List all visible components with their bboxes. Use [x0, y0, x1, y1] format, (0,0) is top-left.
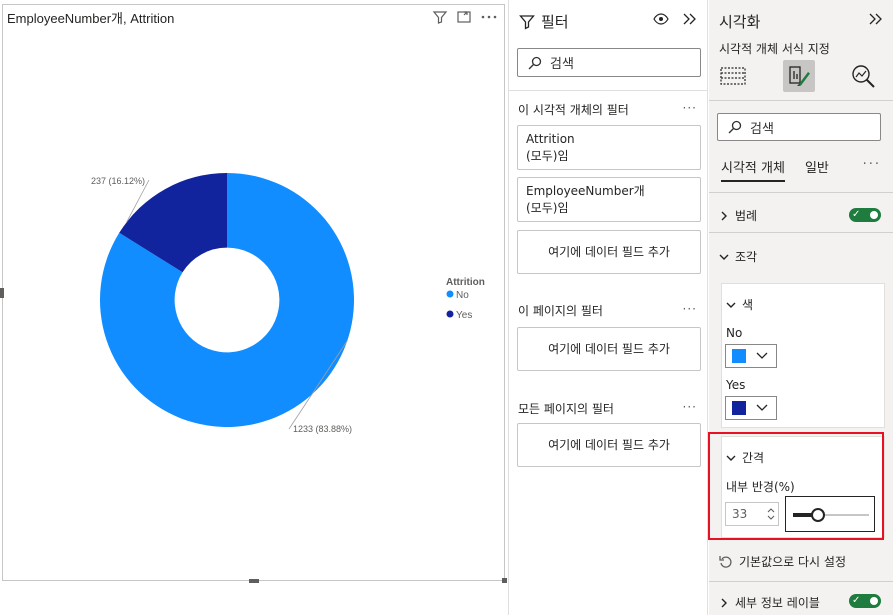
detail-labels-row-label: 세부 정보 레이블 [735, 596, 820, 610]
filter-icon[interactable] [432, 9, 448, 25]
legend-toggle[interactable]: ✓ [849, 208, 881, 222]
format-tabs: 시각적 개체 일반 [721, 157, 829, 182]
collapse-pane-icon[interactable] [683, 13, 697, 25]
divider [509, 90, 707, 91]
filter-card-state: (모두)임 [526, 149, 569, 163]
colors-row-label: 색 [742, 298, 754, 312]
legend-marker-no[interactable] [446, 290, 454, 298]
add-field-label: 여기에 데이터 필드 추가 [548, 437, 670, 452]
resize-handle-left[interactable] [0, 288, 4, 298]
all-pages-filters-heading: 모든 페이지의 필터 [518, 402, 614, 416]
data-label-yes: 237 (16.12%) [91, 176, 145, 186]
reset-icon [719, 555, 733, 569]
filter-pane-title: 필터 [541, 13, 569, 31]
chevron-down-icon [726, 300, 736, 310]
detail-labels-section-header[interactable]: 세부 정보 레이블 [719, 594, 820, 611]
chevron-right-icon [719, 598, 729, 608]
filter-card-field: EmployeeNumber개 [526, 184, 645, 198]
focus-mode-icon[interactable] [456, 9, 472, 25]
filter-card-field: Attrition [526, 132, 575, 146]
tab-visual[interactable]: 시각적 개체 [721, 157, 785, 182]
slices-section-header[interactable]: 조각 [719, 248, 757, 265]
add-field-page[interactable]: 여기에 데이터 필드 추가 [517, 327, 701, 371]
viz-search-placeholder: 검색 [750, 121, 774, 137]
legend-label-no[interactable]: No [456, 290, 469, 301]
chevron-down-icon [756, 404, 768, 412]
page-filters-more[interactable]: ··· [683, 302, 697, 316]
filter-search-placeholder: 검색 [550, 57, 574, 72]
colors-card: 색 No Yes [721, 283, 885, 428]
check-icon: ✓ [852, 595, 861, 606]
search-icon [528, 56, 542, 70]
collapse-pane-icon[interactable] [869, 13, 883, 25]
donut-visual[interactable]: 1233 (83.88%) 237 (16.12%) Attrition No Yes … [0, 4, 507, 583]
divider [709, 232, 893, 233]
filter-card-employeenumber[interactable]: EmployeeNumber개 (모두)임 [517, 177, 701, 222]
resize-handle-bottom[interactable] [249, 579, 259, 583]
table-grid-icon [720, 65, 746, 87]
filter-pane-header: 필터 [519, 11, 569, 32]
chevron-down-icon [719, 252, 729, 262]
legend-title: Attrition [446, 277, 485, 288]
legend-section-header[interactable]: 범례 [719, 207, 757, 224]
check-icon: ✓ [852, 209, 861, 220]
page-filters-heading: 이 페이지의 필터 [518, 304, 603, 318]
data-label-no: 1233 (83.88%) [293, 424, 352, 434]
filter-search-input[interactable]: 검색 [517, 48, 701, 77]
visual-title: EmployeeNumber개, Attrition [7, 11, 175, 26]
filter-card-attrition[interactable]: Attrition (모두)임 [517, 125, 701, 170]
yes-color-swatch [732, 401, 746, 415]
chevron-down-icon [756, 352, 768, 360]
eye-icon[interactable] [653, 13, 669, 25]
format-visual-tool[interactable] [783, 60, 815, 92]
legend-marker-yes[interactable] [446, 310, 454, 318]
more-options-icon[interactable] [480, 9, 498, 25]
add-field-label: 여기에 데이터 필드 추가 [548, 244, 670, 259]
add-field-label: 여기에 데이터 필드 추가 [548, 341, 670, 356]
slices-row-label: 조각 [735, 250, 758, 264]
reset-default-button[interactable]: 기본값으로 다시 설정 [719, 553, 846, 570]
visual-header-icons [432, 9, 498, 25]
resize-handle-corner[interactable] [502, 578, 507, 583]
legend-row-label: 범례 [735, 209, 758, 223]
viz-pane-title: 시각화 [719, 13, 761, 31]
tabs-more[interactable]: ··· [863, 157, 881, 172]
divider [709, 192, 893, 193]
chevron-right-icon [719, 211, 729, 221]
donut-chart: 1233 (83.88%) 237 (16.12%) Attrition No Yes [91, 173, 485, 434]
filter-icon [519, 14, 535, 30]
filter-card-state: (모두)임 [526, 201, 569, 215]
build-visual-tool[interactable] [717, 60, 749, 92]
yes-color-picker[interactable] [725, 396, 777, 420]
no-color-swatch [732, 349, 746, 363]
no-color-label: No [726, 326, 743, 340]
no-color-picker[interactable] [725, 344, 777, 368]
analytics-tool[interactable] [847, 60, 879, 92]
search-icon [728, 120, 742, 134]
visual-filters-more[interactable]: ··· [683, 101, 697, 115]
all-pages-filters-more[interactable]: ··· [683, 400, 697, 414]
filter-pane: 필터 검색 이 시각적 개체의 필터 ··· Attrition (모두)임 E… [508, 0, 708, 615]
detail-labels-toggle[interactable]: ✓ [849, 594, 881, 608]
viz-pane-subtitle: 시각적 개체 서식 지정 [719, 42, 830, 56]
visual-filters-heading: 이 시각적 개체의 필터 [518, 103, 629, 117]
analytics-magnifier-icon [850, 63, 876, 89]
divider [709, 581, 893, 582]
spacing-highlight-box [708, 432, 884, 540]
legend-label-yes[interactable]: Yes [456, 310, 472, 321]
reset-label: 기본값으로 다시 설정 [739, 555, 846, 569]
divider [709, 100, 893, 101]
yes-color-label: Yes [726, 378, 746, 392]
colors-section-header[interactable]: 색 [726, 296, 753, 313]
add-field-visual[interactable]: 여기에 데이터 필드 추가 [517, 230, 701, 274]
viz-search-input[interactable]: 검색 [717, 113, 881, 141]
format-brush-icon [787, 64, 811, 88]
add-field-all-pages[interactable]: 여기에 데이터 필드 추가 [517, 423, 701, 467]
tab-general[interactable]: 일반 [805, 157, 829, 182]
